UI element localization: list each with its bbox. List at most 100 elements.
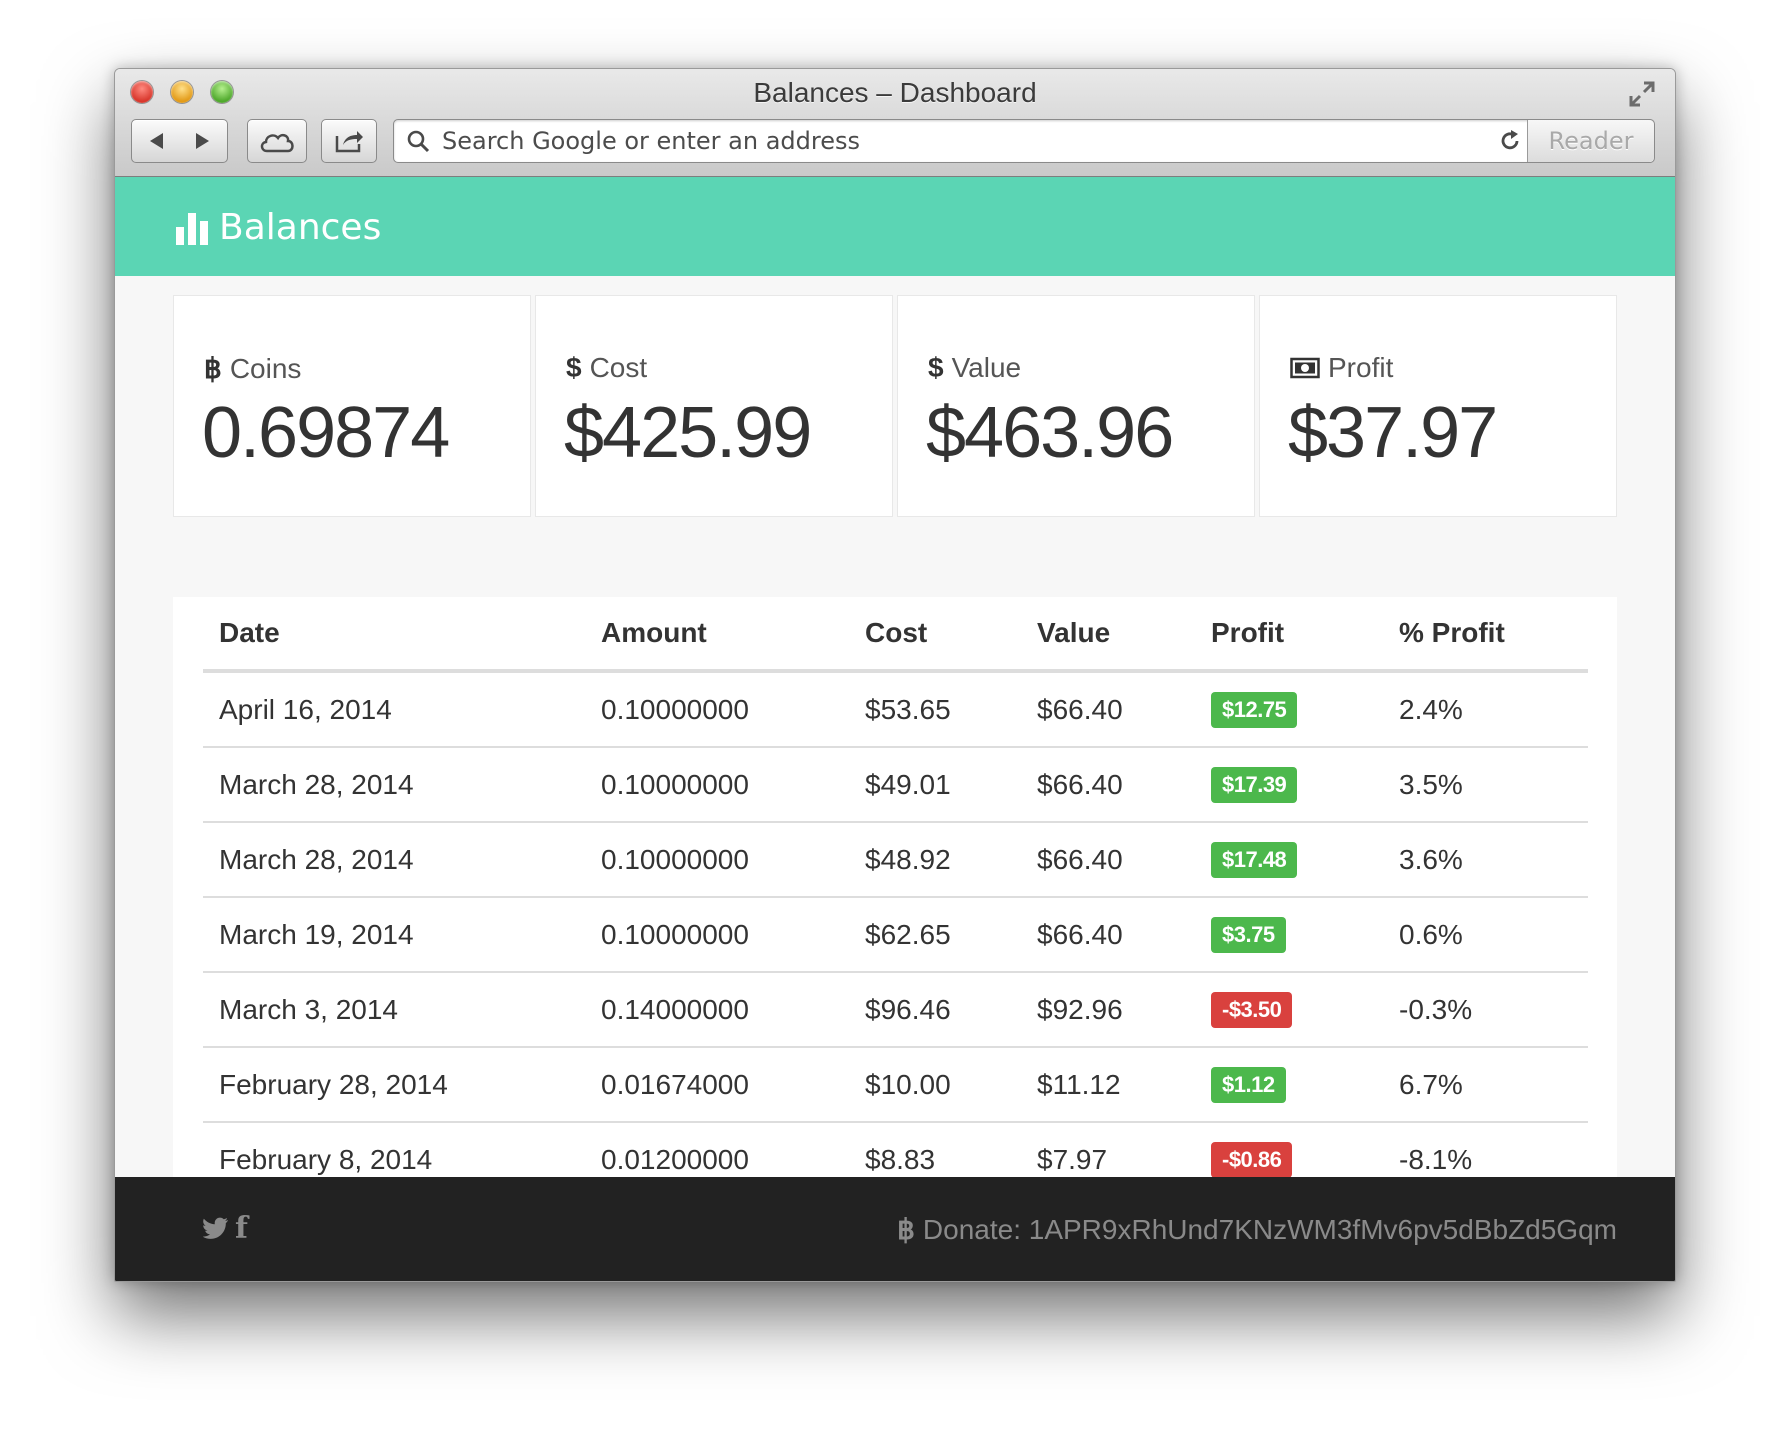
profit-badge: $12.75 xyxy=(1211,691,1298,728)
cell-amount: 0.14000000 xyxy=(585,972,849,1048)
cell-value: $66.40 xyxy=(1021,671,1195,748)
table-row: March 3, 2014 0.14000000 $96.46 $92.96 -$3.5… xyxy=(203,972,1588,1048)
column-header-profit[interactable]: Profit xyxy=(1195,597,1383,673)
page-content: Balances ฿ Coins 0.69874 $ Cost $425.99 xyxy=(115,177,1675,1281)
stat-card-profit: Profit $37.97 xyxy=(1259,295,1617,517)
stat-label: $ Cost xyxy=(566,352,647,384)
dollar-icon: $ xyxy=(928,352,944,383)
cell-amount: 0.10000000 xyxy=(585,822,849,898)
reader-button[interactable]: Reader xyxy=(1527,120,1654,162)
forward-button[interactable] xyxy=(179,119,228,163)
window-title: Balances – Dashboard xyxy=(753,77,1037,108)
stats-row: ฿ Coins 0.69874 $ Cost $425.99 $ Value $… xyxy=(173,295,1617,517)
cell-cost: $53.65 xyxy=(849,671,1021,748)
bitcoin-icon: ฿ xyxy=(204,353,222,384)
cell-profit: $3.75 xyxy=(1195,897,1383,973)
profit-badge: $1.12 xyxy=(1211,1066,1286,1103)
cell-date: February 28, 2014 xyxy=(203,1047,585,1123)
cell-value: $66.40 xyxy=(1021,822,1195,898)
cell-amount: 0.10000000 xyxy=(585,671,849,748)
cell-cost: $48.92 xyxy=(849,822,1021,898)
column-header-amount[interactable]: Amount xyxy=(585,597,849,673)
profit-badge: $17.48 xyxy=(1211,841,1298,878)
donate-text: Donate: 1APR9xRhUnd7KNzWM3fMv6pv5dBbZd5G… xyxy=(922,1213,1617,1245)
column-header-date[interactable]: Date xyxy=(203,597,585,673)
stat-card-value: $ Value $463.96 xyxy=(897,295,1255,517)
twitter-icon[interactable] xyxy=(203,1217,229,1239)
stat-value-value: $463.96 xyxy=(926,393,1174,473)
footer: f ฿ Donate: 1APR9xRhUnd7KNzWM3fMv6pv5dBb… xyxy=(115,1177,1675,1281)
cell-amount: 0.10000000 xyxy=(585,747,849,823)
forward-arrow-icon xyxy=(196,133,209,149)
bar-chart-icon xyxy=(176,212,208,245)
profit-badge: $17.39 xyxy=(1211,766,1298,803)
share-button[interactable] xyxy=(321,119,377,163)
cell-cost: $96.46 xyxy=(849,972,1021,1048)
reload-icon[interactable] xyxy=(1498,129,1522,153)
stat-label: Profit xyxy=(1290,352,1393,384)
cell-cost: $49.01 xyxy=(849,747,1021,823)
cell-date: March 3, 2014 xyxy=(203,972,585,1048)
stat-card-cost: $ Cost $425.99 xyxy=(535,295,893,517)
cell-percent-profit: 3.6% xyxy=(1383,822,1588,898)
stat-value-cost: $425.99 xyxy=(564,393,812,473)
cell-cost: $10.00 xyxy=(849,1047,1021,1123)
profit-badge: -$0.86 xyxy=(1211,1141,1293,1178)
cell-percent-profit: 6.7% xyxy=(1383,1047,1588,1123)
search-icon xyxy=(407,130,430,153)
cell-percent-profit: 2.4% xyxy=(1383,671,1588,748)
cell-percent-profit: 0.6% xyxy=(1383,897,1588,973)
address-input[interactable] xyxy=(442,120,1482,162)
brand-title: Balances xyxy=(219,207,382,248)
cell-profit: $17.48 xyxy=(1195,822,1383,898)
stat-label-text: Cost xyxy=(589,352,648,383)
donate-address[interactable]: ฿ Donate: 1APR9xRhUnd7KNzWM3fMv6pv5dBbZd… xyxy=(897,1213,1617,1246)
column-header-value[interactable]: Value xyxy=(1021,597,1195,673)
brand[interactable]: Balances xyxy=(175,207,381,248)
cell-cost: $62.65 xyxy=(849,897,1021,973)
facebook-icon[interactable]: f xyxy=(235,1211,248,1246)
stat-label: ฿ Coins xyxy=(204,352,301,385)
browser-toolbar: Balances – Dashboard Search Google or en… xyxy=(115,69,1675,177)
cell-profit: -$3.50 xyxy=(1195,972,1383,1048)
stat-label-text: Profit xyxy=(1328,352,1394,383)
stat-value-coins: 0.69874 xyxy=(202,393,450,473)
share-icon xyxy=(335,131,363,153)
stat-label-text: Value xyxy=(951,352,1022,383)
stat-value-profit: $37.97 xyxy=(1288,393,1498,473)
app-header: Balances xyxy=(115,177,1675,276)
cloud-icon xyxy=(260,133,294,153)
cell-profit: $1.12 xyxy=(1195,1047,1383,1123)
cell-percent-profit: 3.5% xyxy=(1383,747,1588,823)
cell-profit: $17.39 xyxy=(1195,747,1383,823)
cell-date: March 28, 2014 xyxy=(203,747,585,823)
stat-card-coins: ฿ Coins 0.69874 xyxy=(173,295,531,517)
cell-percent-profit: -0.3% xyxy=(1383,972,1588,1048)
fullscreen-icon[interactable] xyxy=(1627,79,1657,109)
back-button[interactable] xyxy=(131,119,181,163)
cell-amount: 0.01674000 xyxy=(585,1047,849,1123)
bitcoin-icon: ฿ xyxy=(897,1214,915,1245)
table-row: April 16, 2014 0.10000000 $53.65 $66.40 $12.… xyxy=(203,671,1588,748)
column-header-cost[interactable]: Cost xyxy=(849,597,1021,673)
cell-value: $66.40 xyxy=(1021,897,1195,973)
table-row: February 28, 2014 0.01674000 $10.00 $11.12 $… xyxy=(203,1047,1588,1123)
address-bar[interactable]: Reader xyxy=(393,119,1655,163)
cell-value: $66.40 xyxy=(1021,747,1195,823)
cell-date: March 28, 2014 xyxy=(203,822,585,898)
profit-badge: -$3.50 xyxy=(1211,991,1293,1028)
stat-label-text: Coins xyxy=(229,352,302,384)
table-row: March 28, 2014 0.10000000 $48.92 $66.40 $17.… xyxy=(203,822,1588,898)
dollar-icon: $ xyxy=(566,352,582,383)
column-header-percent-profit[interactable]: % Profit xyxy=(1383,597,1588,673)
table-row: March 28, 2014 0.10000000 $49.01 $66.40 $17.… xyxy=(203,747,1588,823)
cell-date: April 16, 2014 xyxy=(203,671,585,748)
back-arrow-icon xyxy=(150,133,163,149)
cell-profit: $12.75 xyxy=(1195,671,1383,748)
cell-value: $11.12 xyxy=(1021,1047,1195,1123)
table-header-row: Date Amount Cost Value Profit % Profit xyxy=(203,597,1588,673)
icloud-tabs-button[interactable] xyxy=(247,119,307,163)
stat-label: $ Value xyxy=(928,352,1021,384)
cell-value: $92.96 xyxy=(1021,972,1195,1048)
cell-amount: 0.10000000 xyxy=(585,897,849,973)
